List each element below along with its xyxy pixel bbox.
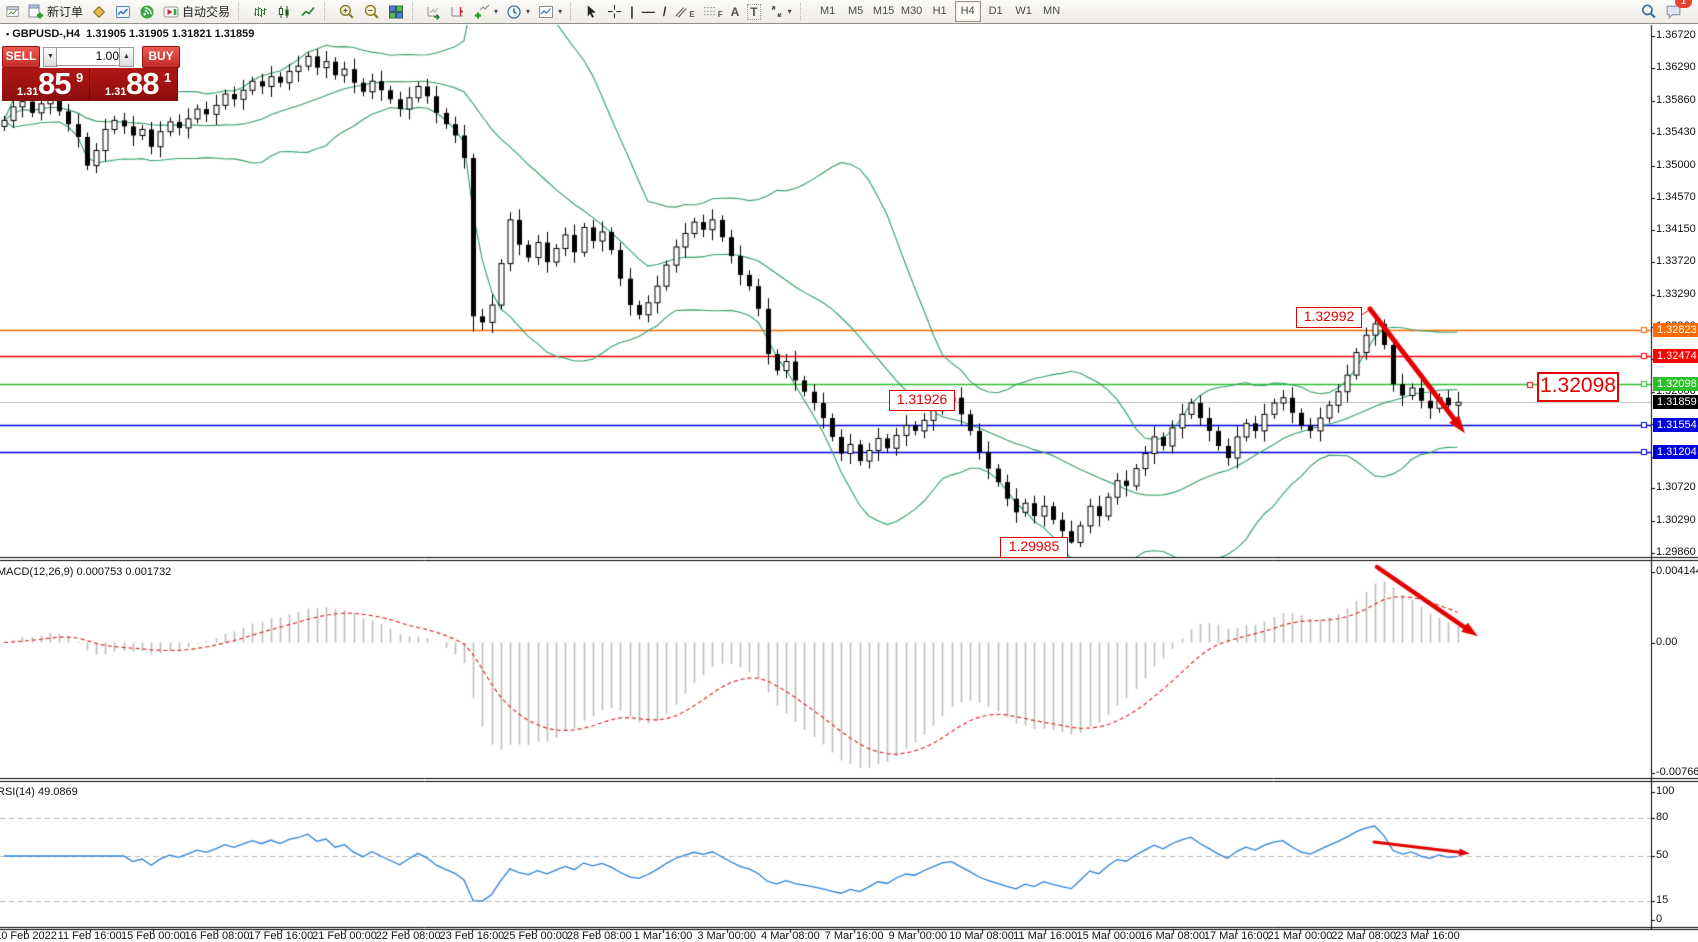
bid-price[interactable]: 1.31 85 9	[2, 68, 90, 101]
dropdown-caret: ▾	[788, 7, 792, 16]
bid-ask-panel: 1.31 85 9 1.31 88 1	[2, 68, 178, 101]
timeframe-D1[interactable]: D1	[983, 1, 1009, 22]
timeframe-W1[interactable]: W1	[1011, 1, 1037, 22]
timeframe-H1[interactable]: H1	[927, 1, 953, 22]
buy-button[interactable]: BUY	[142, 46, 180, 68]
text-label-tool[interactable]: T	[743, 0, 764, 23]
indicators-icon[interactable]: ▾	[470, 0, 502, 23]
bullet-icon: ▪	[6, 29, 9, 39]
timeframe-M30[interactable]: M30	[899, 1, 925, 22]
zoom-in-icon[interactable]	[334, 0, 359, 23]
rsi-value: 49.0869	[38, 786, 78, 798]
ask-price[interactable]: 1.31 88 1	[90, 68, 178, 101]
chart-window-icon[interactable]	[2, 0, 24, 23]
sell-button[interactable]: SELL	[2, 46, 40, 68]
new-order-icon	[28, 4, 44, 20]
ohlc-values: 1.31905 1.31905 1.31821 1.31859	[86, 28, 254, 40]
dropdown-caret: ▾	[558, 7, 562, 16]
chat-icon[interactable]: 1	[1661, 0, 1686, 23]
timeframe-M15[interactable]: M15	[871, 1, 897, 22]
tile-windows-icon[interactable]	[384, 0, 408, 23]
periods-clock-icon[interactable]: ▾	[502, 0, 534, 23]
toolbar-separator	[324, 3, 331, 21]
vertical-line-tool[interactable]: |	[626, 0, 638, 23]
rsi-label-row: RSI(14) 49.0869	[0, 786, 78, 798]
macd-values: 0.000753 0.001732	[76, 566, 171, 578]
line-chart-icon[interactable]	[296, 0, 320, 23]
new-order-label: 新订单	[47, 3, 83, 20]
zoom-out-icon[interactable]	[359, 0, 384, 23]
templates-icon[interactable]: ▾	[534, 0, 566, 23]
notification-badge: 1	[1675, 0, 1692, 8]
chart-shift-icon[interactable]	[446, 0, 470, 23]
dropdown-caret: ▾	[526, 7, 530, 16]
macd-label: MACD(12,26,9)	[0, 566, 73, 578]
trendline-tool[interactable]: /	[659, 0, 671, 23]
new-order-button[interactable]: 新订单	[24, 0, 87, 23]
text-tool[interactable]: A	[727, 0, 744, 23]
toolbar-separator	[238, 3, 245, 21]
cursor-tool-icon[interactable]	[580, 0, 603, 23]
volume-input[interactable]: 1.00	[56, 47, 124, 66]
terminal-icon[interactable]	[111, 0, 135, 23]
auto-trading-button[interactable]: 自动交易	[159, 0, 234, 23]
mt4-terminal: 新订单 自动交易 ▾ ▾ ▾ | — / E F A T ▾ M1M	[0, 0, 1698, 942]
symbol-name: GBPUSD-,H4	[12, 28, 80, 40]
dropdown-caret: ▾	[494, 7, 498, 16]
volume-increase-button[interactable]: ▲	[119, 47, 134, 67]
auto-scroll-icon[interactable]	[422, 0, 446, 23]
timeframe-MN[interactable]: MN	[1039, 1, 1065, 22]
bar-chart-icon[interactable]	[248, 0, 272, 23]
chart-canvas[interactable]	[0, 0, 1698, 942]
crosshair-tool-icon[interactable]	[603, 0, 626, 23]
auto-trading-label: 自动交易	[182, 3, 230, 20]
timeframe-M5[interactable]: M5	[843, 1, 869, 22]
horizontal-line-tool[interactable]: —	[638, 0, 659, 23]
auto-trading-icon	[163, 4, 179, 20]
timeframe-M1[interactable]: M1	[815, 1, 841, 22]
toolbar-separator	[570, 3, 577, 21]
market-watch-icon[interactable]	[87, 0, 111, 23]
signals-icon[interactable]	[135, 0, 159, 23]
symbol-info: ▪GBPUSD-,H4 1.31905 1.31905 1.31821 1.31…	[6, 28, 254, 40]
toolbar-separator	[800, 3, 807, 21]
toolbar: 新订单 自动交易 ▾ ▾ ▾ | — / E F A T ▾ M1M	[0, 0, 1698, 24]
macd-label-row: MACD(12,26,9) 0.000753 0.001732	[0, 566, 171, 578]
toolbar-separator	[412, 3, 419, 21]
search-icon[interactable]	[1636, 0, 1661, 23]
rsi-label: RSI(14)	[0, 786, 35, 798]
timeframe-group: M1M5M15M30H1H4D1W1MN	[814, 1, 1066, 22]
candlestick-chart-icon[interactable]	[272, 0, 296, 23]
fibonacci-tool-icon[interactable]: F	[699, 0, 727, 23]
channel-tool-icon[interactable]: E	[670, 0, 698, 23]
timeframe-H4[interactable]: H4	[955, 1, 981, 22]
arrows-tool-icon[interactable]: ▾	[765, 0, 796, 23]
